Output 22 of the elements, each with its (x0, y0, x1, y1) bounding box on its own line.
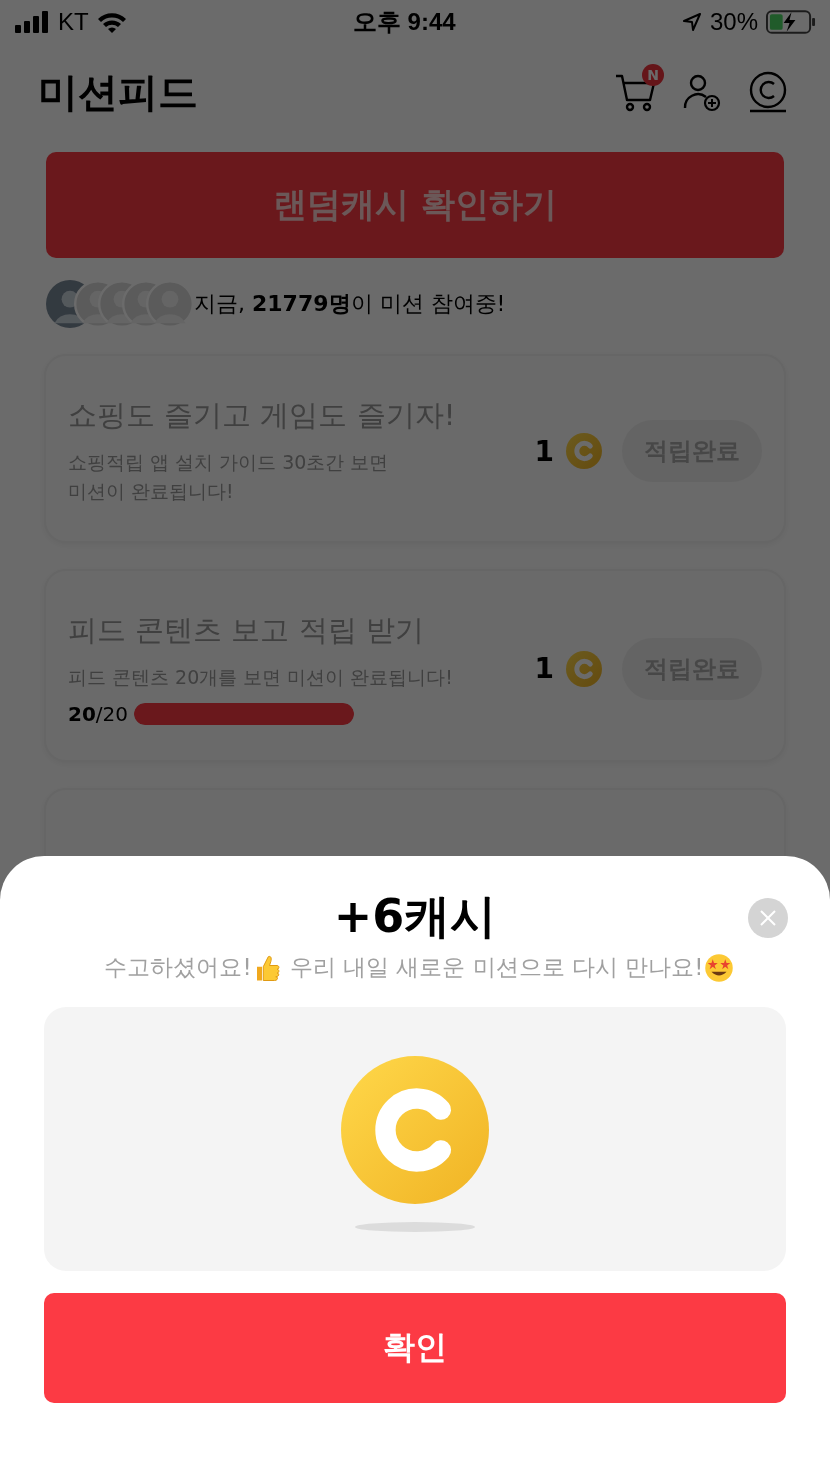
reward-title: +6캐시 (333, 888, 497, 945)
reward-amount: 1 (534, 652, 554, 686)
carrier-name: KT (58, 8, 89, 36)
wifi-icon (96, 11, 127, 33)
reward-message: 수고하셨어요! (104, 953, 252, 982)
participants-text: 지금, 21779명이 미션 참여중! (194, 290, 506, 318)
battery-percent: 30% (709, 8, 758, 36)
star-eyes-face-icon (703, 952, 734, 983)
progress-count: 20/20 (68, 702, 129, 727)
coin-icon (341, 1056, 489, 1204)
confirm-button[interactable]: 확인 (44, 1293, 786, 1403)
reward-amount: 1 (534, 434, 554, 468)
new-badge: N (642, 64, 664, 86)
location-arrow-icon (681, 12, 702, 32)
coin-icon (566, 433, 602, 470)
page-title: 미션피드 (38, 67, 198, 117)
random-cash-button[interactable]: 랜덤캐시 확인하기 (46, 152, 784, 258)
signal-icon (14, 11, 50, 33)
reward-message: 우리 내일 새로운 미션으로 다시 만나요! (289, 953, 704, 982)
close-icon (758, 908, 778, 928)
status-time: 오후 9:44 (352, 7, 456, 37)
coin-icon (566, 650, 602, 687)
